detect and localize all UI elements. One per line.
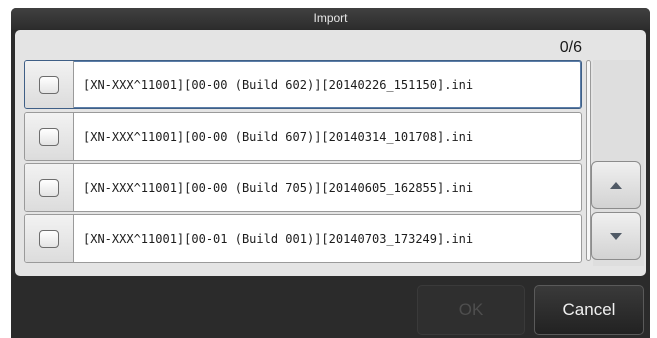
file-list: [XN-XXX^11001][00-00 (Build 602)][201402… [24, 60, 583, 266]
import-dialog: Import 0/6 [XN-XXX^11001][00-00 (Build 6… [11, 8, 650, 338]
file-row[interactable]: [XN-XXX^11001][00-01 (Build 001)][201407… [24, 214, 582, 263]
file-name: [XN-XXX^11001][00-00 (Build 602)][201402… [83, 77, 474, 92]
checkbox-cell[interactable] [25, 61, 74, 108]
file-name: [XN-XXX^11001][00-00 (Build 705)][201406… [83, 180, 474, 195]
selection-counter: 0/6 [559, 39, 582, 56]
checkbox-cell[interactable] [25, 215, 74, 262]
triangle-up-icon [610, 181, 622, 189]
file-checkbox[interactable] [39, 127, 59, 146]
file-checkbox[interactable] [39, 178, 59, 197]
file-row[interactable]: [XN-XXX^11001][00-00 (Build 602)][201402… [24, 60, 582, 109]
cancel-button[interactable]: Cancel [534, 285, 644, 335]
scroll-down-button[interactable] [591, 212, 641, 260]
file-name: [XN-XXX^11001][00-01 (Build 001)][201407… [83, 231, 474, 246]
file-row[interactable]: [XN-XXX^11001][00-00 (Build 705)][201406… [24, 163, 582, 212]
file-row[interactable]: [XN-XXX^11001][00-00 (Build 607)][201403… [24, 112, 582, 161]
file-checkbox[interactable] [39, 229, 59, 248]
file-name: [XN-XXX^11001][00-00 (Build 607)][201403… [83, 129, 474, 144]
checkbox-cell[interactable] [25, 113, 74, 160]
scroll-up-button[interactable] [591, 161, 641, 209]
dialog-title: Import [11, 8, 650, 29]
checkbox-cell[interactable] [25, 164, 74, 211]
ok-button[interactable]: OK [417, 285, 525, 335]
triangle-down-icon [610, 232, 622, 240]
file-panel: 0/6 [XN-XXX^11001][00-00 (Build 602)][20… [15, 30, 646, 276]
file-checkbox[interactable] [39, 75, 59, 94]
